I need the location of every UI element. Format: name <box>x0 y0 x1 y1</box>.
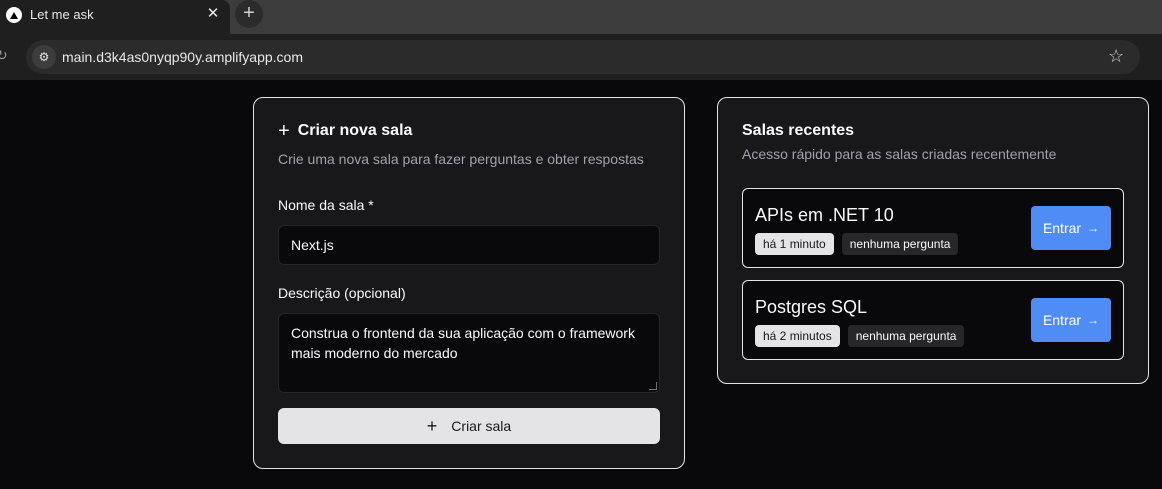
reload-icon[interactable]: ↻ <box>0 47 8 64</box>
create-room-card: + Criar nova sala Crie uma nova sala par… <box>253 97 685 469</box>
arrow-right-icon: → <box>1087 221 1100 235</box>
create-room-button-label: Criar sala <box>451 418 512 434</box>
room-badges: há 2 minutos nenhuma pergunta <box>755 325 965 347</box>
bookmark-star-icon[interactable]: ☆ <box>1108 46 1124 67</box>
address-bar[interactable]: ⚙ main.d3k4as0nyqp90y.amplifyapp.com ☆ <box>26 40 1140 74</box>
room-name-input[interactable]: Next.js <box>278 225 660 265</box>
new-tab-button[interactable]: + <box>235 0 263 28</box>
room-badges: há 1 minuto nenhuma pergunta <box>755 233 959 255</box>
page-content: + Criar nova sala Crie uma nova sala par… <box>0 80 1162 489</box>
enter-button-label: Entrar <box>1042 312 1082 328</box>
room-name: Postgres SQL <box>755 297 868 317</box>
resize-handle[interactable] <box>649 382 657 390</box>
recent-rooms-description: Acesso rápido para as salas criadas rece… <box>742 146 1057 162</box>
enter-button-label: Entrar <box>1042 220 1082 236</box>
recent-rooms-card: Salas recentes Acesso rápido para as sal… <box>717 97 1149 384</box>
room-description-text: Construa o frontend da sua aplicação com… <box>291 325 635 361</box>
create-room-description: Crie uma nova sala para fazer perguntas … <box>278 151 644 167</box>
create-room-header: + Criar nova sala <box>278 120 413 142</box>
browser-tab[interactable]: Let me ask ✕ <box>0 0 230 34</box>
tab-title: Let me ask <box>30 7 94 22</box>
url-text[interactable]: main.d3k4as0nyqp90y.amplifyapp.com <box>62 49 303 65</box>
arrow-right-icon: → <box>1087 313 1100 327</box>
recent-room-item: Postgres SQL há 2 minutos nenhuma pergun… <box>742 280 1124 360</box>
browser-tab-bar: Let me ask ✕ + <box>0 0 1162 34</box>
recent-rooms-title: Salas recentes <box>742 122 855 139</box>
plus-icon: + <box>426 415 438 436</box>
enter-room-button[interactable]: Entrar → <box>1031 206 1111 250</box>
room-name: APIs em .NET 10 <box>755 205 894 225</box>
browser-toolbar: ↻ ⚙ main.d3k4as0nyqp90y.amplifyapp.com ☆ <box>0 34 1162 80</box>
triangle-logo-icon <box>6 7 22 23</box>
recent-room-item: APIs em .NET 10 há 1 minuto nenhuma perg… <box>742 188 1124 268</box>
enter-room-button[interactable]: Entrar → <box>1031 298 1111 342</box>
room-description-textarea[interactable]: Construa o frontend da sua aplicação com… <box>278 313 660 393</box>
close-icon[interactable]: ✕ <box>204 5 222 23</box>
time-badge: há 1 minuto <box>755 233 834 255</box>
questions-badge: nenhuma pergunta <box>847 325 965 347</box>
room-description-label: Descrição (opcional) <box>278 285 406 301</box>
create-room-button[interactable]: + Criar sala <box>278 408 660 444</box>
questions-badge: nenhuma pergunta <box>841 233 959 255</box>
site-settings-icon[interactable]: ⚙ <box>32 45 56 69</box>
time-badge: há 2 minutos <box>755 325 840 347</box>
create-room-title: Criar nova sala <box>297 122 413 139</box>
room-name-label: Nome da sala * <box>278 197 374 213</box>
plus-icon: + <box>278 120 290 142</box>
